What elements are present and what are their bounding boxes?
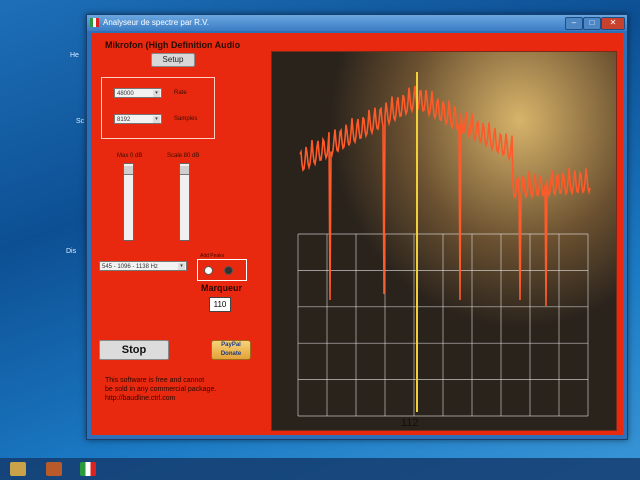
rate-label: Rate: [174, 90, 187, 96]
scale-slider[interactable]: [179, 163, 190, 241]
scale-slider-label: Scale 80 dB: [167, 153, 200, 159]
peaks-radio-on[interactable]: [224, 266, 233, 275]
chevron-down-icon: ▾: [153, 116, 160, 123]
license-line: be sold in any commercial package.: [105, 386, 217, 393]
chevron-down-icon: ▾: [153, 90, 160, 97]
rate-value: 48000: [117, 91, 134, 97]
samples-label: Samples: [174, 116, 198, 122]
minimize-button[interactable]: –: [565, 17, 583, 30]
frequency-readout: 112: [401, 417, 419, 429]
paypal-label: PayPal: [221, 342, 241, 348]
main-panel: Mikrofon (High Definition Audio Setup 48…: [91, 33, 623, 435]
spectrum-plot: [272, 52, 616, 430]
marker-label: Marqueur: [201, 283, 243, 293]
peaks-label: Add Peaks: [200, 253, 225, 259]
desktop-label[interactable]: He: [70, 52, 79, 59]
samples-value: 8192: [117, 117, 131, 123]
samples-select[interactable]: 8192 ▾: [114, 114, 162, 124]
desktop-label[interactable]: Sc: [76, 118, 84, 125]
media-icon[interactable]: [46, 462, 62, 476]
maximize-button[interactable]: □: [583, 17, 601, 30]
marker-value-field[interactable]: 110: [209, 297, 231, 312]
slider-handle[interactable]: [180, 166, 189, 175]
range-value: 545 - 1096 - 1138 Hz: [102, 264, 158, 270]
desktop-label[interactable]: Dis: [66, 248, 76, 255]
title-bar[interactable]: Analyseur de spectre par R.V. – □ ✕: [87, 15, 627, 31]
slider-handle[interactable]: [124, 166, 133, 175]
stop-button[interactable]: Stop: [99, 340, 169, 360]
max-slider-label: Max 0 dB: [117, 153, 143, 159]
peaks-radio-off[interactable]: [204, 266, 213, 275]
paypal-sub-label: Donate: [220, 351, 242, 357]
audio-settings-group: 48000 ▾ Rate 8192 ▾ Samples: [101, 77, 215, 139]
flag-icon: [90, 18, 99, 27]
rate-select[interactable]: 48000 ▾: [114, 88, 162, 98]
chevron-down-icon: ▾: [178, 263, 185, 270]
peaks-group: Add Peaks: [197, 253, 247, 281]
window-title: Analyseur de spectre par R.V.: [103, 18, 209, 27]
close-button[interactable]: ✕: [601, 17, 625, 30]
max-level-slider[interactable]: [123, 163, 134, 241]
flag-icon[interactable]: [80, 462, 96, 476]
taskbar: [0, 458, 640, 480]
device-title: Mikrofon (High Definition Audio: [105, 40, 241, 50]
spectrum-display[interactable]: [271, 51, 617, 431]
paypal-donate-button[interactable]: PayPal Donate: [211, 340, 251, 360]
license-note: This software is free and cannot be sold…: [105, 376, 255, 403]
spectrum-window: Analyseur de spectre par R.V. – □ ✕ Mikr…: [86, 14, 628, 440]
license-line: This software is free and cannot: [105, 377, 205, 384]
license-line: http://baudline.ctrl.com: [105, 395, 176, 402]
folder-icon[interactable]: [10, 462, 26, 476]
setup-button[interactable]: Setup: [151, 53, 195, 67]
range-select[interactable]: 545 - 1096 - 1138 Hz ▾: [99, 261, 187, 271]
